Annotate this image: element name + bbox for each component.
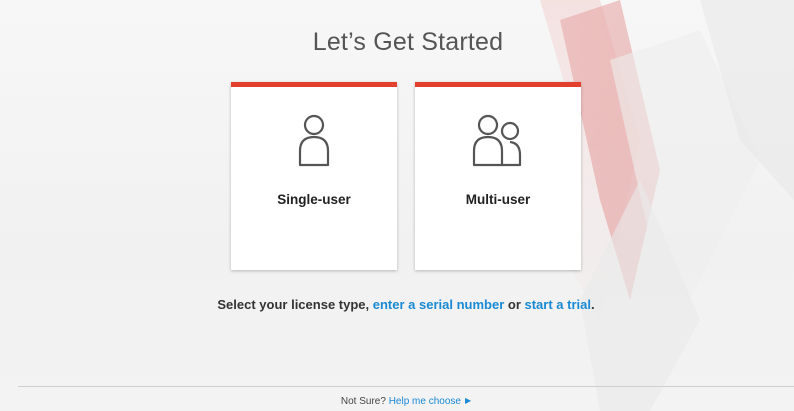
- license-prompt-text: Select your license type,: [217, 297, 370, 312]
- multi-user-card[interactable]: Multi-user: [415, 82, 581, 270]
- license-prompt-or: or: [507, 297, 521, 312]
- single-user-icon: [231, 111, 397, 171]
- footer: Not Sure? Help me choose ▶: [0, 396, 794, 407]
- enter-serial-number-link[interactable]: enter a serial number: [373, 297, 505, 312]
- footer-divider: [18, 386, 794, 387]
- help-me-choose-link[interactable]: Help me choose: [389, 396, 461, 407]
- single-user-label: Single-user: [277, 192, 351, 207]
- start-trial-link[interactable]: start a trial: [525, 297, 591, 312]
- multi-user-label: Multi-user: [465, 192, 531, 207]
- single-user-card[interactable]: Single-user: [231, 82, 397, 270]
- background-decoration: [540, 0, 794, 411]
- not-sure-text: Not Sure?: [340, 396, 386, 407]
- background-artwork: [0, 0, 794, 411]
- license-prompt-end: .: [590, 297, 595, 312]
- multi-user-icon: [415, 111, 581, 171]
- page-title: Let’s Get Started: [312, 28, 504, 56]
- caret-right-icon[interactable]: ▶: [465, 396, 471, 405]
- license-prompt: Select your license type, enter a serial…: [0, 297, 794, 312]
